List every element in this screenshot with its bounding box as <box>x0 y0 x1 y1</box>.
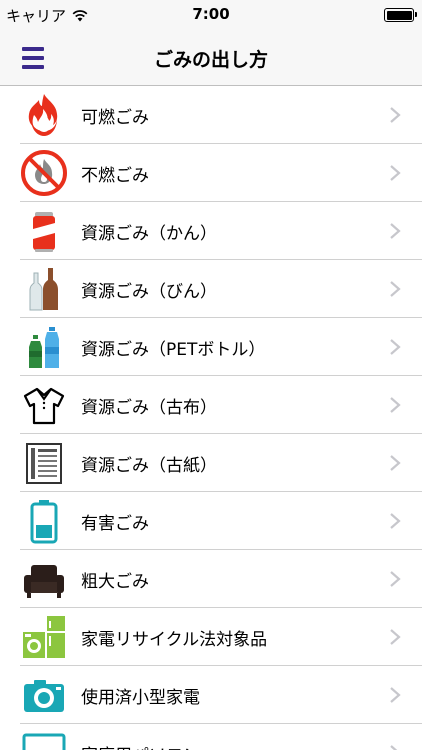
list-item-label: 資源ごみ（PETボトル） <box>81 339 266 360</box>
list-item-label: 使用済小型家電 <box>81 687 200 708</box>
can-icon <box>20 207 68 255</box>
battery-icon <box>384 8 417 22</box>
pet-bottles-icon <box>20 323 68 371</box>
chevron-right-icon <box>388 280 402 298</box>
chevron-right-icon <box>388 396 402 414</box>
chevron-right-icon <box>388 222 402 240</box>
battery-icon <box>20 497 68 545</box>
appliances-icon <box>20 613 68 661</box>
list-item-label: 粗大ごみ <box>81 571 149 592</box>
page-title: ごみの出し方 <box>153 49 268 71</box>
list-item-resource-pet-bottles[interactable]: 資源ごみ（PETボトル） <box>0 318 422 376</box>
chevron-right-icon <box>388 628 402 646</box>
camera-icon <box>20 671 68 719</box>
list-item-home-computers[interactable]: 家庭用パソコン <box>0 724 422 750</box>
chevron-right-icon <box>388 106 402 124</box>
list-item-label: 資源ごみ（古紙） <box>81 455 217 476</box>
list-item-non-burnable[interactable]: 不燃ごみ <box>0 144 422 202</box>
status-bar: キャリア 7:00 <box>0 0 422 30</box>
list-item-small-appliances[interactable]: 使用済小型家電 <box>0 666 422 724</box>
chevron-right-icon <box>388 686 402 704</box>
list-item-label: 家庭用パソコン <box>81 741 422 750</box>
list-item-label: 不燃ごみ <box>81 165 149 186</box>
bottles-icon <box>20 265 68 313</box>
list-item-burnable[interactable]: 可燃ごみ <box>0 86 422 144</box>
list-item-hazardous[interactable]: 有害ごみ <box>0 492 422 550</box>
chevron-right-icon <box>388 164 402 182</box>
list-item-resource-bottles[interactable]: 資源ごみ（びん） <box>0 260 422 318</box>
list-item-label: 資源ごみ（びん） <box>81 281 217 302</box>
list-item-resource-cans[interactable]: 資源ごみ（かん） <box>0 202 422 260</box>
newspaper-icon <box>20 439 68 487</box>
sofa-icon <box>20 555 68 603</box>
chevron-right-icon <box>388 512 402 530</box>
garbage-category-list: 可燃ごみ 不燃ごみ 資源ごみ（かん） 資源ごみ（びん） 資源ごみ（PETボトル）… <box>0 86 422 750</box>
navigation-bar: ごみの出し方 <box>0 30 422 86</box>
status-time: 7:00 <box>192 5 230 23</box>
list-item-resource-cloth[interactable]: 資源ごみ（古布） <box>0 376 422 434</box>
chevron-right-icon <box>388 338 402 356</box>
list-item-resource-paper[interactable]: 資源ごみ（古紙） <box>0 434 422 492</box>
chevron-right-icon <box>388 570 402 588</box>
list-item-label: 資源ごみ（古布） <box>81 397 217 418</box>
list-item-label: 家電リサイクル法対象品 <box>81 629 268 650</box>
list-item-oversized[interactable]: 粗大ごみ <box>0 550 422 608</box>
chevron-right-icon <box>388 454 402 472</box>
list-item-label: 可燃ごみ <box>81 107 149 128</box>
computer-icon <box>20 729 68 750</box>
no-burn-icon <box>20 149 68 197</box>
shirt-icon <box>20 381 68 429</box>
battery-level <box>386 10 412 20</box>
list-item-label: 資源ごみ（かん） <box>81 223 217 244</box>
flame-icon <box>20 91 68 139</box>
list-item-label: 有害ごみ <box>81 513 149 534</box>
list-item-appliance-recycling[interactable]: 家電リサイクル法対象品 <box>0 608 422 666</box>
chevron-right-icon <box>388 744 402 750</box>
